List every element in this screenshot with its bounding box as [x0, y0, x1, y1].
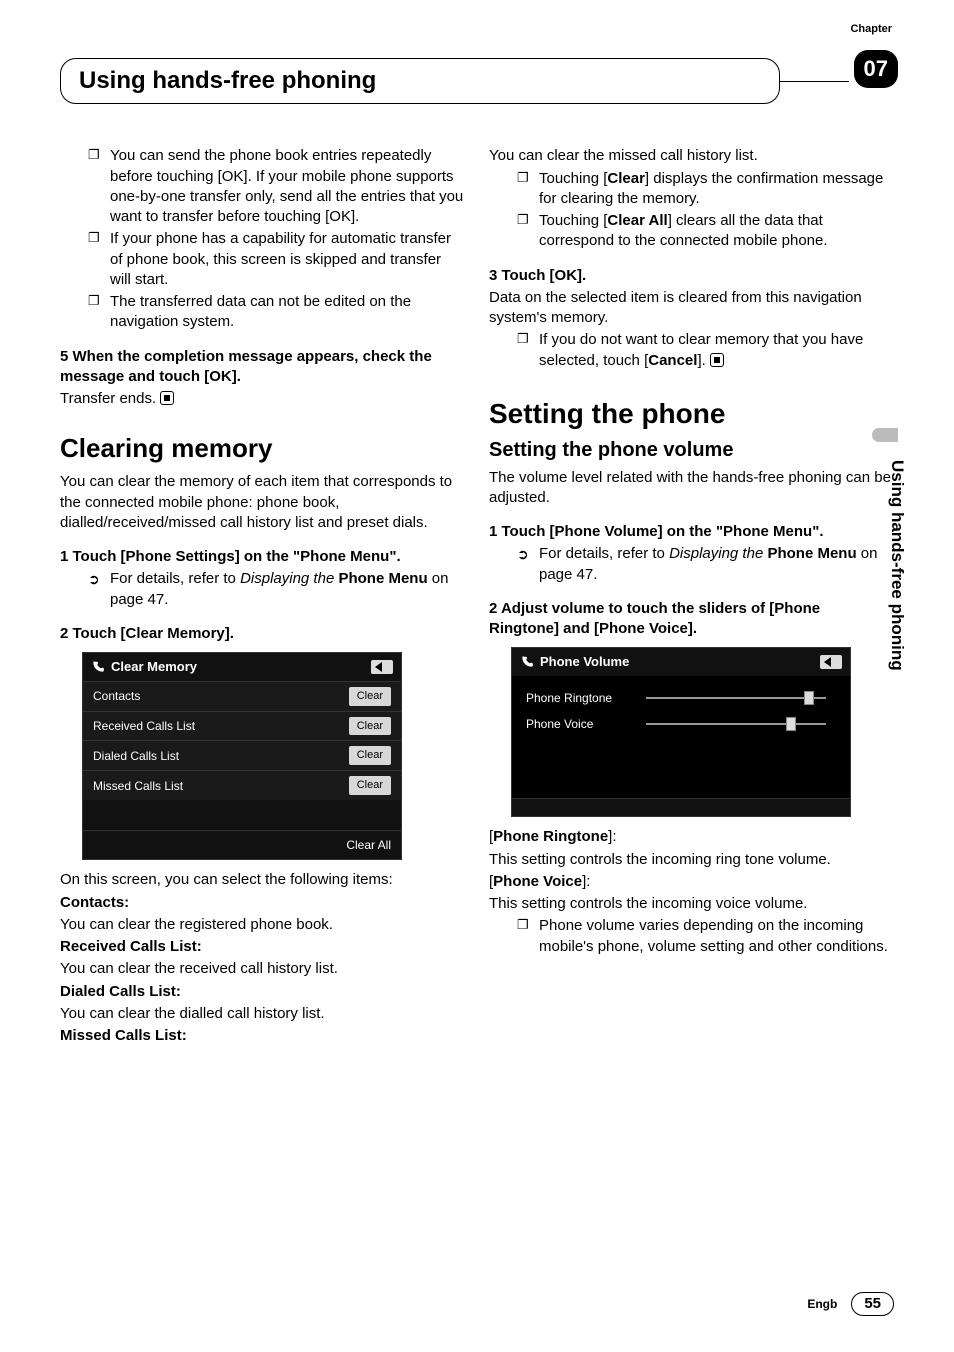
side-tab-marker	[872, 428, 898, 442]
note-item: Touching [Clear All] clears all the data…	[517, 211, 894, 252]
note-item: Touching [Clear] displays the confirmati…	[517, 169, 894, 210]
chapter-label: Chapter	[850, 22, 892, 37]
ref-item: For details, refer to Displaying the Pho…	[517, 544, 894, 585]
row-label: Dialed Calls List	[93, 748, 179, 764]
back-icon[interactable]	[371, 660, 393, 674]
ringtone-slider[interactable]	[646, 697, 826, 699]
step-1: 1 Touch [Phone Settings] on the "Phone M…	[60, 547, 465, 567]
slider-ringtone-row: Phone Ringtone	[526, 690, 836, 706]
right-intro: You can clear the missed call history li…	[489, 146, 894, 166]
note-item: Phone volume varies depending on the inc…	[517, 916, 894, 957]
phone-icon: Clear Memory	[91, 658, 197, 676]
screenshot-title: Phone Volume	[540, 653, 629, 671]
row-missed[interactable]: Missed Calls List Clear	[83, 770, 401, 800]
clear-button[interactable]: Clear	[349, 776, 391, 795]
vol-intro: The volume level related with the hands-…	[489, 468, 894, 509]
row-dialed[interactable]: Dialed Calls List Clear	[83, 740, 401, 770]
row-label: Received Calls List	[93, 718, 195, 734]
row-received[interactable]: Received Calls List Clear	[83, 711, 401, 741]
text-bold: Phone Menu	[763, 545, 856, 562]
phone-ringtone-desc: This setting controls the incoming ring …	[489, 850, 894, 870]
page-footer: Engb 55	[807, 1292, 894, 1316]
after-shot-text: On this screen, you can select the follo…	[60, 870, 465, 890]
text-italic: Displaying the	[669, 545, 763, 562]
vstep-1: 1 Touch [Phone Volume] on the "Phone Men…	[489, 522, 894, 542]
clear-button[interactable]: Clear	[349, 717, 391, 736]
stop-icon	[710, 353, 724, 367]
text-bold: Phone Menu	[334, 570, 427, 587]
right-column: You can clear the missed call history li…	[489, 144, 894, 1048]
def-contacts-desc: You can clear the registered phone book.	[60, 915, 465, 935]
screenshot-clear-memory: Clear Memory Contacts Clear Received Call…	[82, 652, 402, 860]
heading-clearing-memory: Clearing memory	[60, 431, 465, 466]
screenshot-phone-volume: Phone Volume Phone Ringtone Phone Voice	[511, 647, 851, 817]
page-number: 55	[851, 1292, 894, 1316]
row-label: Contacts	[93, 688, 140, 704]
def-received-desc: You can clear the received call history …	[60, 959, 465, 979]
screenshot-title: Clear Memory	[111, 658, 197, 676]
def-dialed-title: Dialed Calls List:	[60, 983, 181, 1000]
section-title: Using hands-free phoning	[79, 67, 376, 94]
row-contacts[interactable]: Contacts Clear	[83, 681, 401, 711]
step-5: 5 When the completion message appears, c…	[60, 347, 465, 388]
phone-icon: Phone Volume	[520, 653, 629, 671]
text: For details, refer to	[110, 570, 240, 587]
vstep-2: 2 Adjust volume to touch the sliders of …	[489, 599, 894, 640]
step-3-after: Data on the selected item is cleared fro…	[489, 288, 894, 329]
voice-slider[interactable]	[646, 723, 826, 725]
clear-button[interactable]: Clear	[349, 746, 391, 765]
text: For details, refer to	[539, 545, 669, 562]
slider-label: Phone Ringtone	[526, 690, 636, 706]
slider-voice-row: Phone Voice	[526, 716, 836, 732]
phone-ringtone-label: [Phone Ringtone]:	[489, 827, 894, 847]
left-column: You can send the phone book entries repe…	[60, 144, 465, 1048]
note-item: You can send the phone book entries repe…	[88, 146, 465, 227]
slider-label: Phone Voice	[526, 716, 636, 732]
heading-setting-phone: Setting the phone	[489, 395, 894, 433]
phone-voice-desc: This setting controls the incoming voice…	[489, 894, 894, 914]
text: Transfer ends.	[60, 390, 156, 407]
note-item: If your phone has a capability for autom…	[88, 229, 465, 290]
stop-icon	[160, 391, 174, 405]
def-received-title: Received Calls List:	[60, 938, 202, 955]
note-item: If you do not want to clear memory that …	[517, 330, 894, 371]
clearing-intro: You can clear the memory of each item th…	[60, 472, 465, 533]
def-dialed-desc: You can clear the dialled call history l…	[60, 1004, 465, 1024]
note-item: The transferred data can not be edited o…	[88, 292, 465, 333]
slider-thumb[interactable]	[786, 717, 796, 731]
step-2: 2 Touch [Clear Memory].	[60, 624, 465, 644]
phone-voice-label: [Phone Voice]:	[489, 872, 894, 892]
def-missed-title: Missed Calls List:	[60, 1027, 187, 1044]
heading-setting-volume: Setting the phone volume	[489, 437, 894, 464]
back-icon[interactable]	[820, 655, 842, 669]
def-contacts-title: Contacts:	[60, 894, 129, 911]
text-italic: Displaying the	[240, 570, 334, 587]
step-5-result: Transfer ends.	[60, 389, 465, 409]
slider-thumb[interactable]	[804, 691, 814, 705]
step-3: 3 Touch [OK].	[489, 266, 894, 286]
ref-item: For details, refer to Displaying the Pho…	[88, 569, 465, 610]
row-label: Missed Calls List	[93, 778, 183, 794]
clear-all-button[interactable]: Clear All	[83, 830, 401, 859]
language-label: Engb	[807, 1296, 837, 1312]
clear-button[interactable]: Clear	[349, 687, 391, 706]
section-header: Using hands-free phoning	[60, 58, 780, 104]
chapter-number-badge: 07	[854, 50, 898, 88]
